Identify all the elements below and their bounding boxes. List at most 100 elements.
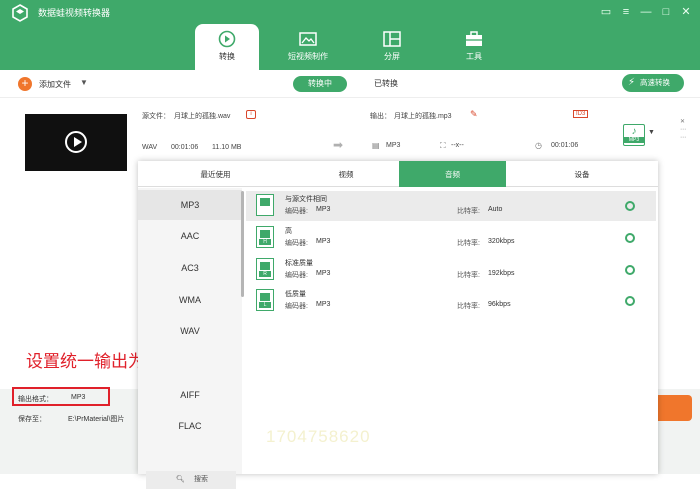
fast-convert-label: 高速转换 xyxy=(640,78,670,87)
format-item-wma[interactable]: WMA xyxy=(138,285,242,315)
toolbox-icon xyxy=(466,31,482,46)
output-file-label: 输出： xyxy=(370,113,391,120)
gear-icon[interactable] xyxy=(625,265,635,275)
tab-video-maker[interactable]: 短视频制作 xyxy=(276,24,340,70)
tab-recent[interactable]: 最近使用 xyxy=(138,161,293,187)
format-item-flac[interactable]: FLAC xyxy=(138,411,242,441)
bitrate-value: 320kbps xyxy=(488,238,515,245)
split-screen-icon xyxy=(383,31,401,47)
encoder-label: 编码器: xyxy=(285,208,308,215)
format-list-scrollbar[interactable] xyxy=(241,191,244,297)
music-note-icon: ♪ xyxy=(631,126,637,137)
video-thumbnail[interactable] xyxy=(25,114,127,171)
output-file-name: 月球上的孤独.mp3 xyxy=(394,113,452,120)
gear-icon[interactable] xyxy=(625,233,635,243)
converting-tab[interactable]: 转换中 xyxy=(293,76,347,92)
maximize-icon[interactable]: □ xyxy=(658,4,674,20)
encoder-label: 编码器: xyxy=(285,240,308,247)
quality-name: 与源文件相同 xyxy=(285,196,327,203)
quality-item[interactable]: R 标准质量 编码器: MP3 比特率: 192kbps xyxy=(246,255,656,285)
id3-badge[interactable]: ID3 xyxy=(573,110,589,118)
encoder-value: MP3 xyxy=(316,301,331,308)
output-format-label: 输出格式： xyxy=(18,396,53,403)
encoder-label: 编码器: xyxy=(285,303,308,310)
output-duration: 00:01:06 xyxy=(551,142,579,149)
format-dropdown-caret[interactable]: ▼ xyxy=(648,129,655,136)
app-title: 数据蛙视频转换器 xyxy=(38,8,111,18)
more-options-icon[interactable]: ✕ ⋯ ⋯ xyxy=(680,118,688,146)
quality-name: 低质量 xyxy=(285,291,306,298)
menu-icon[interactable]: ≡ xyxy=(618,4,634,20)
encoder-value: MP3 xyxy=(316,238,331,245)
tab-convert[interactable]: 转换 xyxy=(195,24,259,70)
source-file-label: 源文件： xyxy=(142,113,170,120)
bitrate-label: 比特率: xyxy=(457,208,480,215)
lightning-icon: ⚡ xyxy=(628,77,636,88)
clock-icon: ◷ xyxy=(535,141,542,150)
source-format: WAV xyxy=(142,144,158,151)
output-format: MP3 xyxy=(386,142,401,149)
chevron-down-icon[interactable]: ▼ xyxy=(80,78,88,87)
tab-video[interactable]: 视频 xyxy=(293,161,399,187)
bitrate-label: 比特率: xyxy=(457,272,480,279)
source-size: 11.10 MB xyxy=(212,144,242,151)
gear-icon[interactable] xyxy=(625,201,635,211)
quality-low-icon: L xyxy=(256,289,274,311)
format-panel-tabs: 最近使用 视频 音频 设备 xyxy=(138,161,658,187)
tab-video-maker-label: 短视频制作 xyxy=(288,52,328,61)
convert-icon xyxy=(218,30,236,48)
tab-tools-label: 工具 xyxy=(466,52,482,61)
add-file-icon[interactable]: + xyxy=(18,77,32,91)
quality-item[interactable]: H 高 编码器: MP3 比特率: 320kbps xyxy=(246,223,656,253)
save-to-path[interactable]: E:\PrMaterial\图片 xyxy=(68,414,124,424)
bitrate-value: 192kbps xyxy=(488,270,515,277)
chat-icon[interactable]: ▭ xyxy=(598,4,614,20)
bitrate-label: 比特率: xyxy=(457,303,480,310)
convert-all-button[interactable] xyxy=(652,395,692,421)
app-header: 数据蛙视频转换器 ▭ ≡ — □ ✕ 转换 短视频制作 分屏 工具 xyxy=(0,0,700,70)
app-logo-icon xyxy=(12,4,28,22)
output-format-box[interactable]: ♪ MP3 xyxy=(623,124,645,146)
format-list: MP3 AAC AC3 WMA WAV AIFF FLAC 🔍︎ 搜索 xyxy=(138,188,242,489)
quality-same-icon xyxy=(256,194,274,216)
output-format-selector[interactable]: 输出格式： MP3 xyxy=(12,387,110,406)
output-resolution: --x-- xyxy=(451,142,464,149)
quality-standard-icon: R xyxy=(256,258,274,280)
bitrate-label: 比特率: xyxy=(457,240,480,247)
encoder-label: 编码器: xyxy=(285,272,308,279)
tab-audio[interactable]: 音频 xyxy=(399,161,506,187)
minimize-icon[interactable]: — xyxy=(638,4,654,20)
format-item-ac3[interactable]: AC3 xyxy=(138,253,242,283)
tab-convert-label: 转换 xyxy=(219,52,235,61)
format-item-aiff[interactable]: AIFF xyxy=(138,380,242,410)
gear-icon[interactable] xyxy=(625,296,635,306)
format-item-aac[interactable]: AAC xyxy=(138,221,242,251)
audio-file-icon: ▤ xyxy=(372,141,380,150)
source-file-name: 月球上的孤独.wav xyxy=(174,113,231,120)
quality-name: 高 xyxy=(285,228,292,235)
add-file-button[interactable]: 添加文件 xyxy=(39,79,71,90)
window-controls: ▭ ≡ — □ ✕ xyxy=(598,4,694,20)
fast-convert-button[interactable]: ⚡ 高速转换 xyxy=(622,74,684,92)
play-icon[interactable] xyxy=(65,131,87,153)
format-panel: 最近使用 视频 音频 设备 MP3 AAC AC3 WMA WAV AIFF F… xyxy=(138,161,658,489)
edit-icon[interactable]: ✎ xyxy=(470,109,478,120)
watermark-text: 1704758620 xyxy=(266,427,371,446)
tab-device[interactable]: 设备 xyxy=(506,161,658,187)
converted-tab[interactable]: 已转换 xyxy=(366,76,406,92)
output-format-value: MP3 xyxy=(71,394,86,401)
bitrate-value: 96kbps xyxy=(488,301,511,308)
quality-item[interactable]: 与源文件相同 编码器: MP3 比特率: Auto xyxy=(246,191,656,221)
quality-item[interactable]: L 低质量 编码器: MP3 比特率: 96kbps xyxy=(246,286,656,316)
tab-tools[interactable]: 工具 xyxy=(442,24,506,70)
video-maker-icon xyxy=(299,32,317,46)
encoder-value: MP3 xyxy=(316,206,331,213)
tab-split-screen-label: 分屏 xyxy=(384,52,400,61)
close-icon[interactable]: ✕ xyxy=(678,4,694,20)
info-icon[interactable]: i xyxy=(246,110,256,119)
source-duration: 00:01:06 xyxy=(171,144,199,151)
resize-icon: ⛶ xyxy=(440,141,446,150)
format-item-mp3[interactable]: MP3 xyxy=(138,190,242,220)
tab-split-screen[interactable]: 分屏 xyxy=(360,24,424,70)
format-item-wav[interactable]: WAV xyxy=(138,316,242,346)
